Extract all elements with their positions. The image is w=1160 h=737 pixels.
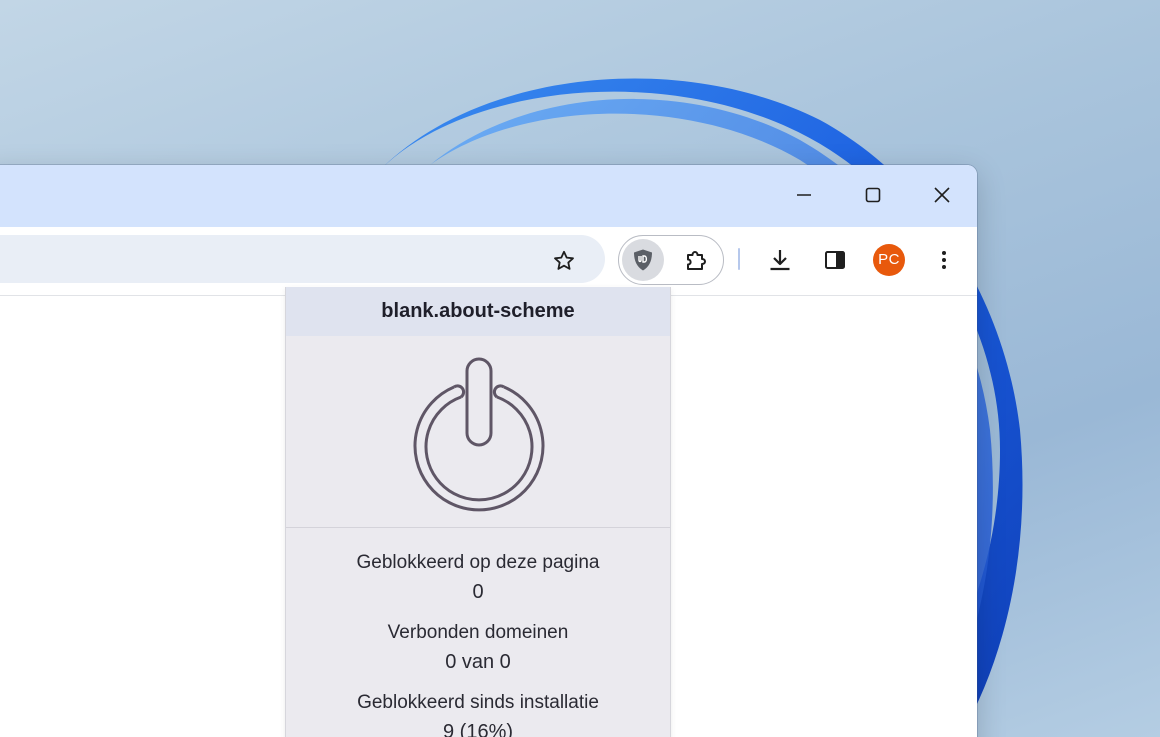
- ublock-origin-button[interactable]: [622, 239, 664, 281]
- stat-label: Geblokkeerd sinds installatie: [357, 692, 599, 713]
- side-panel-button[interactable]: [817, 242, 853, 278]
- close-icon: [934, 187, 950, 203]
- maximize-icon: [865, 187, 881, 203]
- browser-toolbar: PC: [0, 227, 977, 295]
- popup-divider: [286, 527, 670, 528]
- more-menu-icon: [942, 251, 946, 269]
- more-menu-button[interactable]: [926, 242, 962, 278]
- stat-value: 9 (16%): [442, 721, 514, 737]
- minimize-icon: [797, 194, 811, 196]
- profile-avatar[interactable]: PC: [873, 244, 905, 276]
- stat-value: 0: [472, 581, 484, 603]
- stat-blocked-since-install: Geblokkeerd sinds installatie 9 (16%): [286, 689, 670, 737]
- bookmark-star-icon: [554, 250, 574, 270]
- stat-label: Verbonden domeinen: [387, 622, 569, 643]
- stat-blocked-page: Geblokkeerd op deze pagina 0: [286, 549, 670, 607]
- minimize-button[interactable]: [782, 177, 826, 213]
- extensions-puzzle-icon: [687, 251, 706, 270]
- power-icon[interactable]: [404, 353, 554, 513]
- downloads-button[interactable]: [762, 242, 798, 278]
- stat-value: 0 van 0: [445, 651, 511, 673]
- extensions-group: [618, 235, 724, 285]
- stat-connected-domains: Verbonden domeinen 0 van 0: [286, 619, 670, 677]
- popup-hostname: blank.about-scheme: [286, 287, 670, 336]
- ublock-origin-icon: [634, 249, 652, 271]
- stat-label: Geblokkeerd op deze pagina: [356, 552, 600, 573]
- maximize-button[interactable]: [851, 177, 895, 213]
- extensions-button[interactable]: [677, 241, 715, 279]
- side-panel-icon: [825, 251, 845, 269]
- close-button[interactable]: [920, 177, 964, 213]
- address-bar[interactable]: [0, 235, 605, 283]
- toolbar-separator: [738, 248, 740, 270]
- download-icon: [770, 250, 790, 271]
- ublock-popup: blank.about-scheme Geblokkeerd op deze p…: [285, 287, 671, 737]
- bookmark-button[interactable]: [550, 247, 578, 275]
- title-bar: [0, 165, 977, 227]
